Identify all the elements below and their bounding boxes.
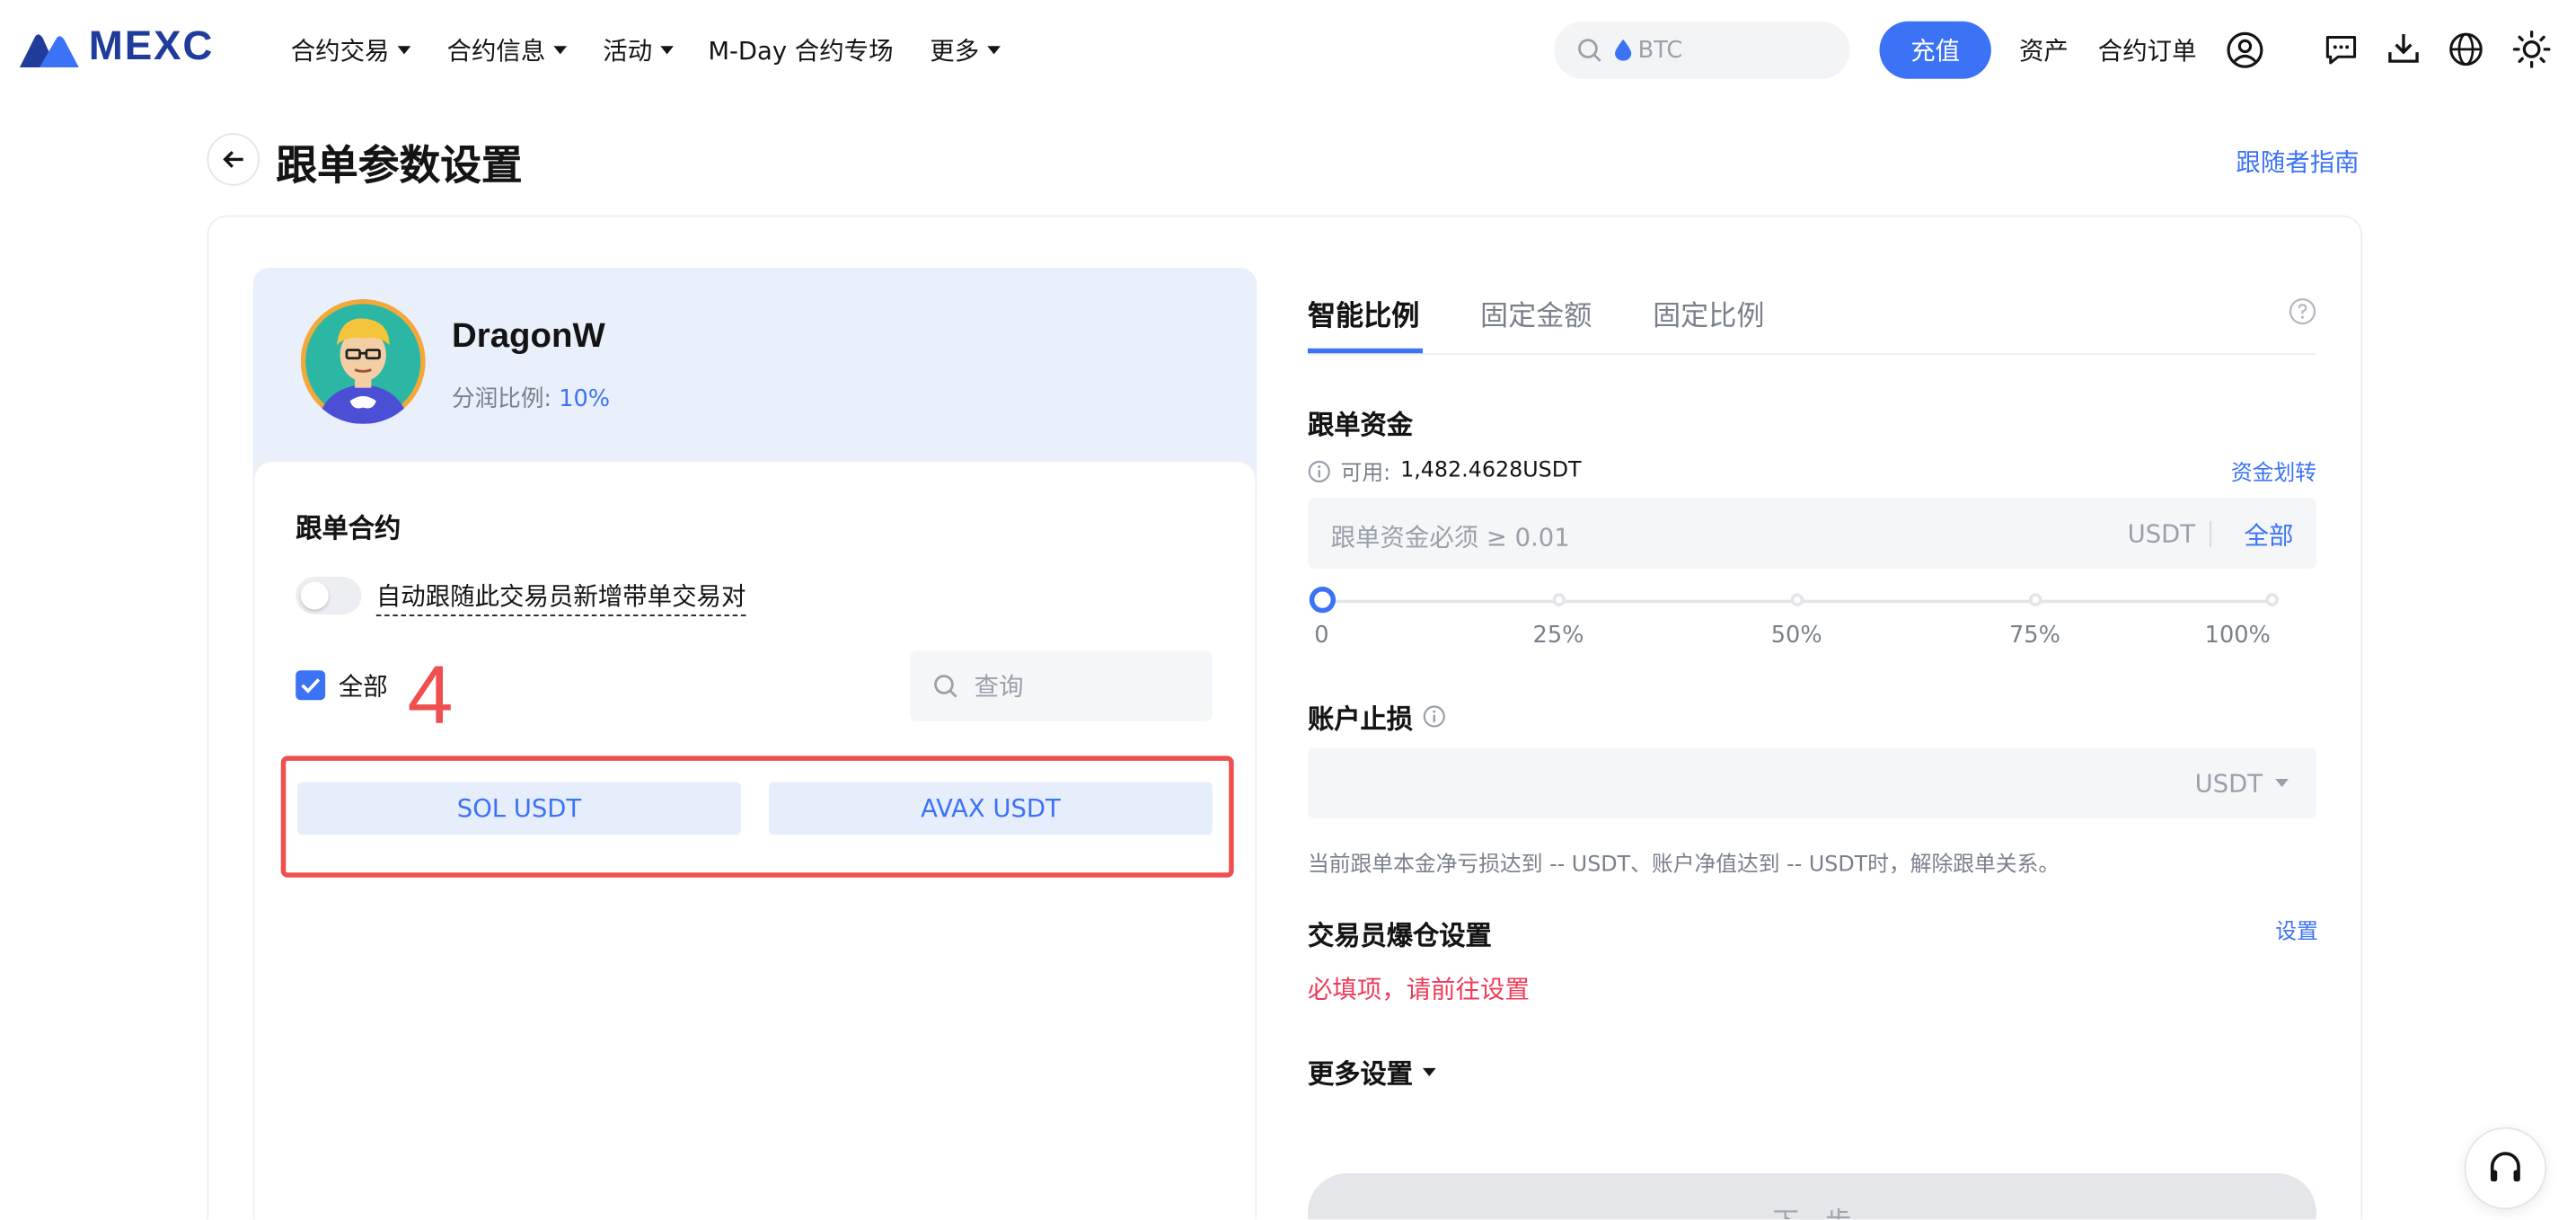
checkmark-icon <box>301 678 321 694</box>
pair-chip-avax[interactable]: AVAX USDT <box>769 782 1213 835</box>
nav-menu-mday[interactable]: M-Day 合约专场 <box>708 33 893 67</box>
chevron-down-icon <box>987 46 1001 55</box>
message-icon[interactable] <box>2323 31 2359 67</box>
slider-dot-25[interactable] <box>1552 593 1566 606</box>
nav-menu-more[interactable]: 更多 <box>930 33 1001 67</box>
liquidation-settings-title: 交易员爆仓设置 <box>1307 920 1492 952</box>
assets-link[interactable]: 资产 <box>2019 33 2069 67</box>
arrow-left-icon <box>223 151 243 168</box>
chevron-down-icon <box>553 46 568 55</box>
copy-fund-placeholder: 跟单资金必须 ≥ 0.01 <box>1330 522 1570 553</box>
profit-share-ratio: 分润比例: 10% <box>452 385 611 413</box>
deposit-button[interactable]: 充值 <box>1879 21 1991 79</box>
trader-avatar[interactable] <box>300 298 426 424</box>
chevron-down-icon <box>2275 778 2289 788</box>
page-title: 跟单参数设置 <box>276 141 523 190</box>
search-input[interactable]: BTC <box>1554 21 1850 79</box>
divider <box>2210 520 2211 548</box>
annotation-number: 4 <box>407 649 454 741</box>
select-all-label[interactable]: 全部 <box>339 668 388 703</box>
help-icon[interactable] <box>2289 297 2316 325</box>
fund-slider-handle[interactable] <box>1309 586 1337 614</box>
search-icon <box>934 675 957 698</box>
stop-loss-note: 当前跟单本金净亏损达到 -- USDT、账户净值达到 -- USDT时，解除跟单… <box>1307 853 2060 878</box>
stop-loss-title: 账户止损 <box>1308 697 1446 737</box>
back-button[interactable] <box>207 133 260 186</box>
available-balance: 可用: 1,482.4628USDT <box>1308 455 1582 486</box>
pair-chip-sol[interactable]: SOL USDT <box>297 782 741 835</box>
active-tab-indicator <box>1307 348 1424 354</box>
stop-loss-unit: USDT <box>2194 769 2263 799</box>
slider-label-50: 50% <box>1770 623 1822 650</box>
slider-dot-50[interactable] <box>1790 593 1804 606</box>
copy-contracts-title: 跟单合约 <box>296 512 401 544</box>
sun-icon[interactable] <box>2512 30 2552 69</box>
trader-name: DragonW <box>452 317 605 356</box>
globe-icon[interactable] <box>2448 31 2483 67</box>
logo-text[interactable]: MEXC <box>89 23 214 71</box>
nav-menu-contract-info[interactable]: 合约信息 <box>447 33 568 67</box>
download-icon[interactable] <box>2386 30 2422 66</box>
auto-follow-label[interactable]: 自动跟随此交易员新增带单交易对 <box>375 579 746 616</box>
slider-label-75: 75% <box>2008 623 2060 650</box>
page: MEXC 合约交易 合约信息 活动 M-Day 合约专场 更多 BTC 充值 资… <box>0 0 2576 1220</box>
search-icon <box>1578 39 1601 62</box>
copy-fund-input[interactable]: 跟单资金必须 ≥ 0.01 USDT 全部 <box>1307 498 2317 569</box>
tab-smart-ratio[interactable]: 智能比例 <box>1308 293 1419 334</box>
pair-search-input[interactable]: 查询 <box>910 650 1213 721</box>
tab-fixed-ratio[interactable]: 固定比例 <box>1653 293 1764 334</box>
pair-search-placeholder: 查询 <box>974 672 1024 703</box>
chevron-down-icon <box>397 46 411 55</box>
mexc-logo-icon[interactable] <box>19 31 79 67</box>
available-balance-value: 1,482.4628USDT <box>1400 458 1582 483</box>
max-all-button[interactable]: 全部 <box>2245 517 2294 552</box>
next-step-button[interactable]: 下一步 <box>1307 1172 2317 1220</box>
info-icon <box>1308 459 1330 482</box>
required-warning: 必填项，请前往设置 <box>1307 974 1530 1004</box>
copy-fund-unit: USDT <box>2127 518 2196 549</box>
drop-icon <box>1615 39 1632 61</box>
stop-loss-select[interactable]: USDT <box>1307 747 2317 818</box>
slider-label-100: 100% <box>2204 623 2271 650</box>
chevron-down-icon <box>1423 1067 1436 1076</box>
chevron-down-icon <box>660 46 674 55</box>
tab-fixed-amount[interactable]: 固定金额 <box>1480 293 1592 334</box>
follower-guide-link[interactable]: 跟随者指南 <box>2236 145 2359 179</box>
select-all-checkbox[interactable] <box>296 670 326 701</box>
copy-fund-title: 跟单资金 <box>1307 409 1414 441</box>
nav-menu-events[interactable]: 活动 <box>603 33 674 67</box>
slider-dot-100[interactable] <box>2265 593 2279 606</box>
customer-support-button[interactable] <box>2464 1127 2547 1210</box>
fund-transfer-link[interactable]: 资金划转 <box>2231 455 2316 486</box>
tab-divider <box>1307 353 2317 356</box>
slider-dot-75[interactable] <box>2028 593 2042 606</box>
contract-orders-link[interactable]: 合约订单 <box>2098 33 2197 67</box>
search-placeholder: BTC <box>1637 37 1683 64</box>
profit-share-value: 10% <box>559 385 611 413</box>
more-settings-toggle[interactable]: 更多设置 <box>1308 1052 1436 1092</box>
slider-label-0: 0 <box>1314 623 1329 650</box>
user-icon[interactable] <box>2226 31 2263 69</box>
info-icon[interactable] <box>1423 705 1446 729</box>
nav-menu-contract-trading[interactable]: 合约交易 <box>291 33 411 67</box>
slider-label-25: 25% <box>1532 623 1584 650</box>
headset-icon <box>2490 1152 2520 1182</box>
liquidation-set-link[interactable]: 设置 <box>2275 914 2318 944</box>
auto-follow-toggle[interactable] <box>296 577 362 615</box>
